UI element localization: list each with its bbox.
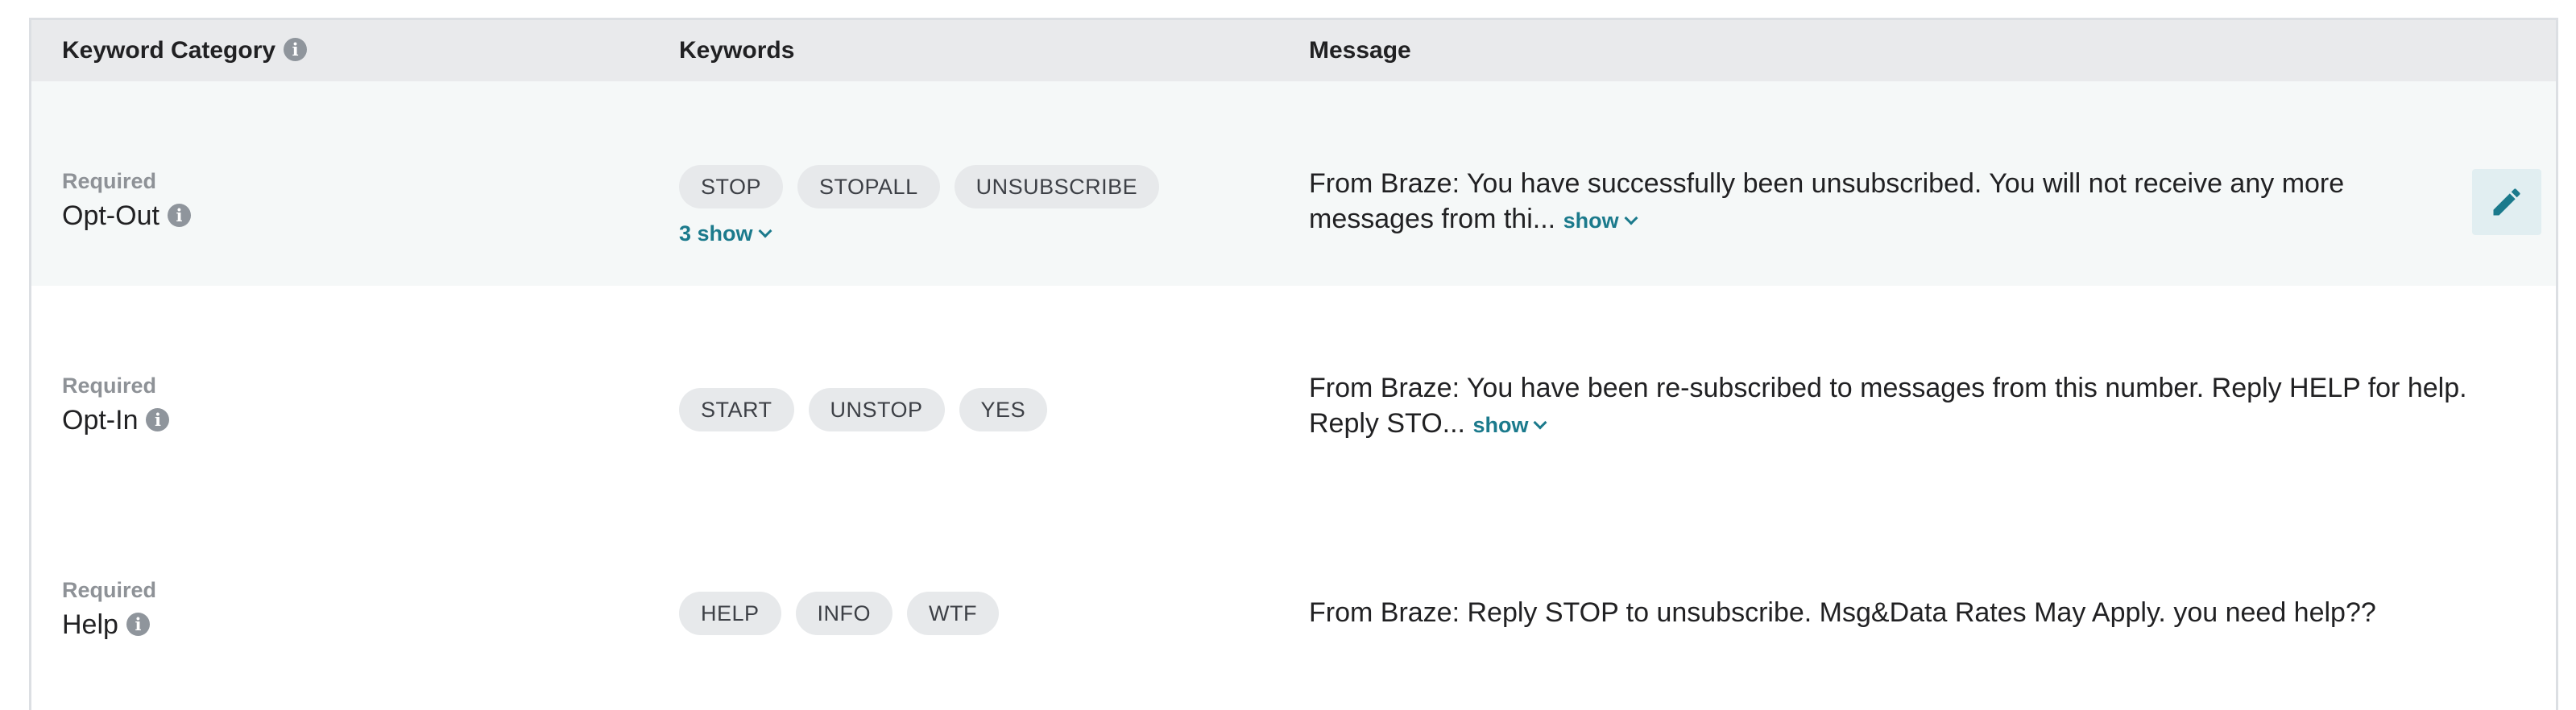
keyword-chips: STOP STOPALL UNSUBSCRIBE (679, 165, 1160, 208)
keyword-chip: STOPALL (797, 165, 940, 208)
keyword-chip: START (679, 388, 794, 431)
show-message-link[interactable]: show (1563, 204, 1638, 234)
required-label: Required (62, 169, 157, 193)
message-body: From Braze: Reply STOP to unsubscribe. M… (1309, 597, 2376, 628)
edit-button[interactable] (2472, 169, 2541, 235)
keyword-chips: HELP INFO WTF (679, 592, 1000, 635)
keyword-chips: START UNSTOP YES (679, 388, 1048, 431)
required-label: Required (62, 374, 157, 398)
message-text: From Braze: You have been re-subscribed … (1309, 370, 2469, 443)
message-text: From Braze: You have successfully been u… (1309, 166, 2469, 238)
keyword-chip: YES (959, 388, 1048, 431)
category-name: Help i (62, 609, 150, 641)
category-name: Opt-Out i (62, 200, 191, 232)
chevron-down-icon (1533, 415, 1547, 430)
info-icon[interactable]: i (126, 612, 150, 636)
required-label: Required (62, 578, 157, 602)
header-keywords: Keywords (679, 37, 795, 64)
chevron-down-icon (758, 224, 772, 238)
keyword-chip: HELP (679, 592, 781, 635)
keyword-chip: UNSTOP (808, 388, 945, 431)
keyword-chip: INFO (795, 592, 893, 635)
header-keyword-category: Keyword Category i (62, 20, 308, 81)
info-icon[interactable]: i (146, 407, 170, 431)
pencil-icon (2493, 188, 2520, 216)
show-message-label: show (1472, 413, 1529, 437)
table-header: Keyword Category i Keywords Message (31, 20, 2556, 81)
chevron-down-icon (1624, 211, 1638, 225)
keyword-chip: WTF (907, 592, 1000, 635)
category-label: Help (62, 609, 118, 640)
keyword-chip: UNSUBSCRIBE (954, 165, 1160, 208)
header-message: Message (1309, 37, 1411, 64)
table-row-opt-in: Required Opt-In i START UNSTOP YES From B… (31, 286, 2556, 490)
category-label: Opt-Out (62, 200, 159, 231)
keywords-table: Keyword Category i Keywords Message Requi… (29, 18, 2558, 710)
table-row-help: Required Help i HELP INFO WTF From Braze:… (31, 490, 2556, 695)
table-row-opt-out: Required Opt-Out i STOP STOPALL UNSUBSCRI… (31, 81, 2556, 286)
keyword-chip: STOP (679, 165, 784, 208)
category-label: Opt-In (62, 405, 139, 435)
show-more-keywords-link[interactable]: 3 show (679, 221, 772, 246)
message-body: From Braze: You have successfully been u… (1309, 168, 2345, 234)
info-icon[interactable]: i (167, 203, 191, 227)
show-message-link[interactable]: show (1472, 408, 1547, 439)
message-text: From Braze: Reply STOP to unsubscribe. M… (1309, 595, 2469, 630)
category-name: Opt-In i (62, 405, 170, 436)
show-message-label: show (1563, 208, 1619, 233)
info-icon[interactable]: i (284, 37, 308, 61)
show-more-keywords-label: 3 show (679, 221, 753, 246)
header-keyword-category-label: Keyword Category (62, 37, 276, 64)
